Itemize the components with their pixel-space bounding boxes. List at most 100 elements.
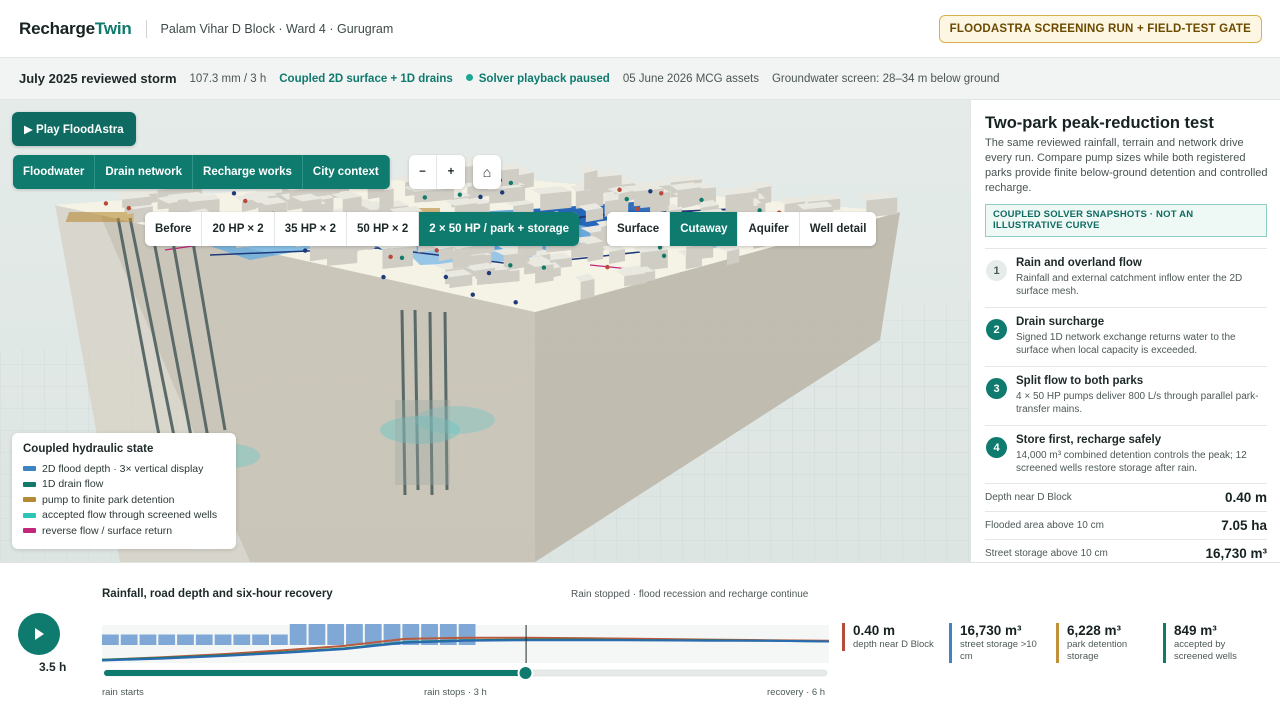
metric-street-storage: Street storage above 10 cm 16,730 m³ xyxy=(985,539,1267,562)
step-number: 4 xyxy=(986,437,1007,458)
rain-bar xyxy=(233,634,251,645)
rain-bar xyxy=(289,624,307,645)
manhole-node xyxy=(513,300,518,305)
rain-bar xyxy=(270,634,288,645)
groundwater-screen: Groundwater screen: 28–34 m below ground xyxy=(771,72,1000,85)
kpi-wells-accepted: 849 m³ accepted by screened wells xyxy=(1163,623,1263,663)
timeline-panel: 3.5 h Rainfall, road depth and six-hour … xyxy=(0,562,1280,720)
building-wall xyxy=(540,191,572,211)
step-description: 14,000 m³ combined detention controls th… xyxy=(1016,450,1247,474)
zoom-controls: − + xyxy=(409,155,465,189)
step-description: Rainfall and external catchment inflow e… xyxy=(1016,273,1243,297)
manhole-node xyxy=(388,254,393,260)
scenario-50hp-button[interactable]: 50 HP × 2 xyxy=(346,212,420,246)
step-number: 2 xyxy=(986,319,1007,340)
3d-cutaway-scene[interactable]: ▶ Play FloodAstra Before 20 HP × 2 35 HP… xyxy=(0,100,970,562)
model-type: Coupled 2D surface + 1D drains xyxy=(279,72,453,85)
legend-swatch xyxy=(23,466,36,472)
scenario-panel: Two-park peak-reduction test The same re… xyxy=(970,100,1280,562)
rain-depth-chart[interactable] xyxy=(102,601,829,681)
manhole-node xyxy=(243,198,248,204)
step-split-flow[interactable]: 3 Split flow to both parks 4 × 50 HP pum… xyxy=(985,366,1267,425)
legend-swatch xyxy=(23,497,36,503)
building-wall xyxy=(584,170,598,191)
view-surface-button[interactable]: Surface xyxy=(607,212,671,246)
rain-bar xyxy=(139,634,157,645)
step-drain-surcharge[interactable]: 2 Drain surcharge Signed 1D network exch… xyxy=(985,307,1267,366)
zoom-in-button[interactable]: + xyxy=(437,155,465,189)
hydraulic-legend: Coupled hydraulic state 2D flood depth ·… xyxy=(12,433,236,549)
scenario-20hp-button[interactable]: 20 HP × 2 xyxy=(202,212,275,246)
manhole-node xyxy=(231,191,237,196)
building-wall xyxy=(580,278,595,300)
timeline-play-button[interactable] xyxy=(18,613,60,655)
header-divider xyxy=(145,19,147,38)
manhole-node xyxy=(422,195,428,200)
storm-status-bar: July 2025 reviewed storm 107.3 mm / 3 h … xyxy=(0,58,1280,100)
rain-bar xyxy=(120,634,138,645)
panel-title: Two-park peak-reduction test xyxy=(985,114,1214,132)
manhole-node xyxy=(499,190,505,195)
asset-date: 05 June 2026 MCG assets xyxy=(622,72,759,85)
scenario-selector: Before 20 HP × 2 35 HP × 2 50 HP × 2 2 ×… xyxy=(145,212,580,246)
timeline-scrubber-handle[interactable] xyxy=(517,665,534,681)
kpi-depth: 0.40 m depth near D Block xyxy=(842,623,942,651)
layer-recharge-works-toggle[interactable]: Recharge works xyxy=(193,155,303,189)
scenario-before-button[interactable]: Before xyxy=(145,212,203,246)
manhole-node xyxy=(617,187,622,192)
app-logo[interactable]: RechargeTwin xyxy=(19,19,132,39)
step-store-recharge[interactable]: 4 Store first, recharge safely 14,000 m³… xyxy=(985,425,1267,484)
kpi-park-detention: 6,228 m³ park detention storage xyxy=(1056,623,1156,663)
step-title: Store first, recharge safely xyxy=(1016,434,1162,446)
building-wall xyxy=(587,241,604,262)
zoom-out-button[interactable]: − xyxy=(409,155,437,189)
rain-bar xyxy=(158,634,176,645)
legend-item-well-flow: accepted flow through screened wells xyxy=(23,508,225,524)
rain-bar xyxy=(327,624,345,645)
manhole-node xyxy=(381,274,386,280)
layer-city-context-toggle[interactable]: City context xyxy=(302,155,390,189)
legend-swatch xyxy=(23,528,36,534)
play-floodastra-button[interactable]: ▶ Play FloodAstra xyxy=(12,112,136,146)
run-gate-badge: FLOODASTRA SCREENING RUN + FIELD-TEST GA… xyxy=(938,15,1262,43)
manhole-node xyxy=(486,270,492,276)
storm-name: July 2025 reviewed storm xyxy=(19,71,177,86)
tick-rain-starts: rain starts xyxy=(102,687,144,698)
building-wall xyxy=(309,243,332,262)
panel-description: The same reviewed rainfall, terrain and … xyxy=(985,137,1268,194)
current-time: 3.5 h xyxy=(39,660,67,674)
step-description: 4 × 50 HP pumps deliver 800 L/s through … xyxy=(1016,391,1259,415)
manhole-node xyxy=(443,274,449,280)
legend-title: Coupled hydraulic state xyxy=(23,443,154,455)
metric-depth: Depth near D Block 0.40 m xyxy=(985,483,1267,511)
kpi-street-storage: 16,730 m³ street storage >10 cm xyxy=(949,623,1049,663)
solver-snapshot-tag: COUPLED SOLVER SNAPSHOTS · NOT AN ILLUST… xyxy=(985,204,1267,237)
scenario-2x50hp-storage-button[interactable]: 2 × 50 HP / park + storage xyxy=(419,212,580,246)
manhole-node xyxy=(659,191,664,196)
rain-bar xyxy=(195,634,213,645)
view-cutaway-button[interactable]: Cutaway xyxy=(670,212,739,246)
layer-drain-network-toggle[interactable]: Drain network xyxy=(95,155,194,189)
step-rain-overland[interactable]: 1 Rain and overland flow Rainfall and ex… xyxy=(985,248,1267,307)
view-aquifer-button[interactable]: Aquifer xyxy=(738,212,800,246)
rain-bar xyxy=(177,634,194,645)
manhole-node xyxy=(635,206,640,212)
manhole-node xyxy=(434,248,439,253)
manhole-node xyxy=(605,264,610,270)
rain-bar xyxy=(346,624,363,645)
scenario-35hp-button[interactable]: 35 HP × 2 xyxy=(274,212,347,246)
rain-bar xyxy=(252,634,269,645)
tick-rain-stops: rain stops · 3 h xyxy=(424,687,487,698)
chart-note: Rain stopped · flood recession and recha… xyxy=(571,589,809,600)
manhole-node xyxy=(508,263,513,268)
view-well-detail-button[interactable]: Well detail xyxy=(799,212,877,246)
layer-floodwater-toggle[interactable]: Floodwater xyxy=(13,155,96,189)
view-selector: Surface Cutaway Aquifer Well detail xyxy=(607,212,877,246)
step-title: Drain surcharge xyxy=(1016,316,1105,328)
playback-status: Solver playback paused xyxy=(465,73,610,85)
manhole-node xyxy=(648,189,653,194)
home-view-icon[interactable]: ⌂ xyxy=(473,155,501,189)
status-dot-icon xyxy=(465,73,473,81)
rain-bar xyxy=(102,634,119,645)
manhole-node xyxy=(126,205,132,211)
